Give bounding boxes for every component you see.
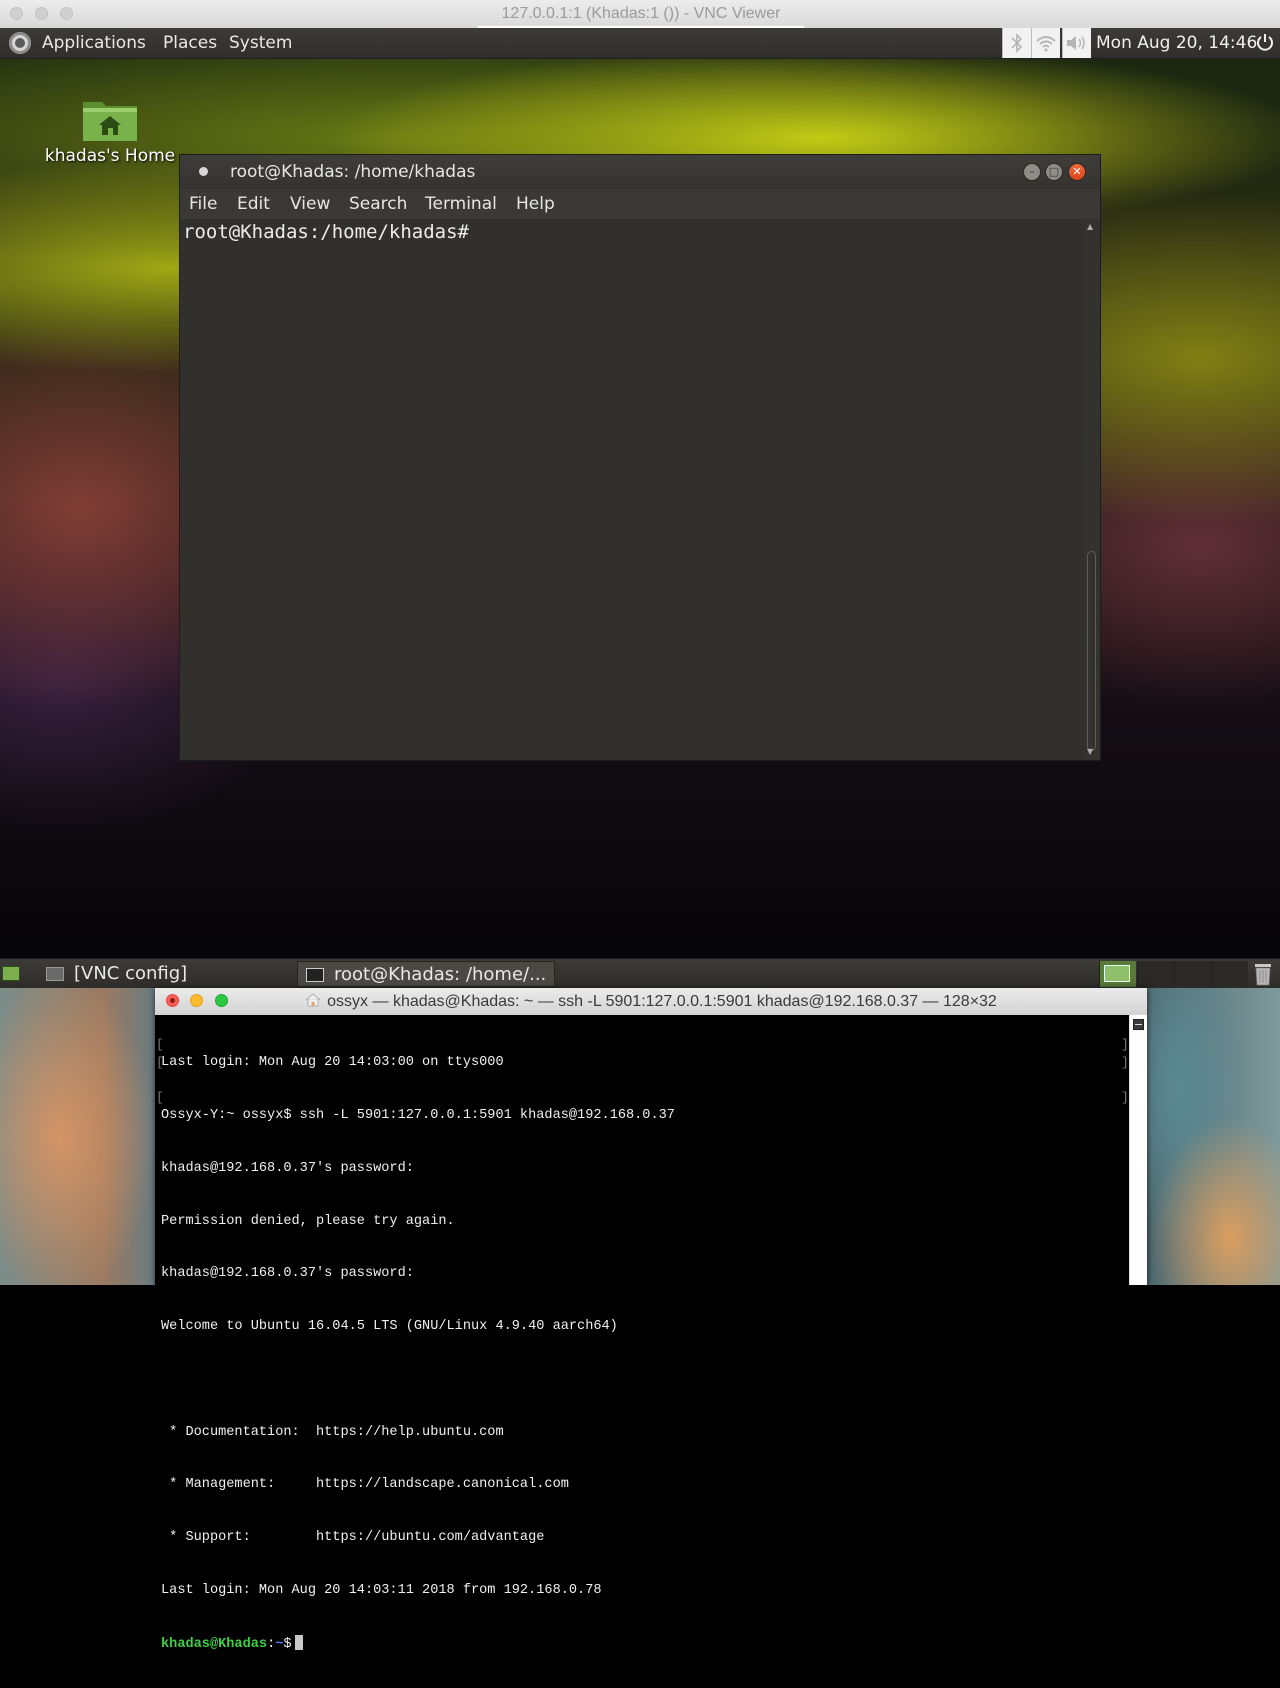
macos-terminal-window: ossyx — khadas@Khadas: ~ — ssh -L 5901:1… <box>155 988 1147 1652</box>
terminal-line: * Management: https://landscape.canonica… <box>161 1477 569 1493</box>
macos-terminal-content[interactable]: [ [ [ ] ] ] Last login: Mon Aug 20 14:03… <box>155 1015 1129 1652</box>
workspace-4[interactable] <box>1211 961 1248 987</box>
trash-icon[interactable] <box>1254 962 1272 986</box>
show-desktop-icon[interactable] <box>2 966 20 981</box>
terminal-line: Permission denied, please try again. <box>161 1213 455 1229</box>
taskbar-item-label: root@Khadas: /home/... <box>334 964 547 985</box>
bottom-panel: [VNC config] root@Khadas: /home/... <box>0 958 1280 989</box>
prompt-user: khadas@Khadas <box>161 1636 268 1652</box>
terminal-line: khadas@192.168.0.37's password: <box>161 1160 414 1176</box>
menu-search[interactable]: Search <box>349 189 407 219</box>
menu-system[interactable]: System <box>229 28 292 58</box>
macos-terminal-title-wrap: ossyx — khadas@Khadas: ~ — ssh -L 5901:1… <box>155 988 1147 1015</box>
mate-logo-icon[interactable] <box>9 32 31 54</box>
workspace-2[interactable] <box>1137 961 1174 987</box>
terminal-icon <box>306 968 324 982</box>
menu-terminal[interactable]: Terminal <box>425 189 497 219</box>
line-mark: ] <box>1121 1037 1129 1052</box>
menu-applications[interactable]: Applications <box>42 28 146 58</box>
line-mark: ] <box>1121 1090 1129 1105</box>
macos-terminal-title: ossyx — khadas@Khadas: ~ — ssh -L 5901:1… <box>327 993 997 1010</box>
maximize-button[interactable]: □ <box>1045 163 1063 181</box>
terminal-line: * Support: https://ubuntu.com/advantage <box>161 1530 545 1546</box>
panel-clock[interactable]: Mon Aug 20, 14:46 <box>1096 28 1257 58</box>
scrollbar-thumb[interactable] <box>1087 551 1096 751</box>
terminal-line: Welcome to Ubuntu 16.04.5 LTS (GNU/Linux… <box>161 1319 618 1335</box>
workspace-1[interactable] <box>1099 961 1136 987</box>
wifi-icon[interactable] <box>1031 28 1060 58</box>
text-cursor <box>294 1634 303 1650</box>
terminal-line: khadas@192.168.0.37's password: <box>161 1266 414 1282</box>
shell-prompt-line: khadas@Khadas:~$ <box>161 1634 675 1653</box>
menu-file[interactable]: File <box>189 189 217 219</box>
macos-terminal-titlebar[interactable]: ossyx — khadas@Khadas: ~ — ssh -L 5901:1… <box>155 988 1147 1016</box>
taskbar-item-label: [VNC config] <box>74 963 188 984</box>
terminal-line: Last login: Mon Aug 20 14:03:00 on ttys0… <box>161 1055 504 1071</box>
desktop-icon-label: khadas's Home <box>44 146 176 166</box>
power-icon[interactable] <box>1256 33 1274 51</box>
minimize-button[interactable]: – <box>1023 163 1041 181</box>
terminal-line: * Documentation: https://help.ubuntu.com <box>161 1424 504 1440</box>
prompt-path: ~ <box>275 1636 284 1652</box>
macos-terminal-scrollbar[interactable] <box>1129 1015 1147 1285</box>
scroll-down-arrow-icon[interactable]: ▼ <box>1087 747 1093 756</box>
mate-terminal-menubar: File Edit View Search Terminal Help <box>180 189 1100 219</box>
vnc-window-titlebar[interactable]: 127.0.0.1:1 (Khadas:1 ()) - VNC Viewer <box>0 0 1280 29</box>
vnc-window-title: 127.0.0.1:1 (Khadas:1 ()) - VNC Viewer <box>478 0 804 28</box>
home-icon <box>305 993 321 1007</box>
prompt-symbol: $ <box>283 1636 292 1652</box>
workspace-3[interactable] <box>1174 961 1211 987</box>
mate-terminal-title: root@Khadas: /home/khadas <box>230 162 476 182</box>
taskbar-item-terminal[interactable]: root@Khadas: /home/... <box>297 961 555 987</box>
taskbar-item-vnc-config[interactable]: [VNC config] <box>38 961 293 987</box>
vnc-close-button[interactable] <box>10 7 23 20</box>
menu-view[interactable]: View <box>290 189 330 219</box>
line-mark: ] <box>1121 1055 1129 1070</box>
vnc-zoom-button[interactable] <box>60 7 73 20</box>
terminal-output: Last login: Mon Aug 20 14:03:00 on ttys0… <box>161 1019 675 1688</box>
split-pane-icon[interactable] <box>1133 1019 1144 1030</box>
terminal-line: Ossyx-Y:~ ossyx$ ssh -L 5901:127.0.0.1:5… <box>161 1107 675 1123</box>
scroll-up-arrow-icon[interactable]: ▲ <box>1087 222 1093 231</box>
mate-terminal-scrollbar[interactable]: ▲ ▼ <box>1084 219 1100 760</box>
menu-edit[interactable]: Edit <box>237 189 270 219</box>
menu-help[interactable]: Help <box>516 189 555 219</box>
mate-terminal-titlebar[interactable]: root@Khadas: /home/khadas – □ ✕ <box>180 155 1100 189</box>
window-icon <box>46 967 64 981</box>
bluetooth-icon[interactable] <box>1002 28 1031 58</box>
volume-icon[interactable] <box>1062 28 1091 58</box>
shell-prompt: root@Khadas:/home/khadas# <box>183 221 469 243</box>
window-menu-icon[interactable] <box>199 167 208 176</box>
vnc-minimize-button[interactable] <box>35 7 48 20</box>
mate-terminal-window: root@Khadas: /home/khadas – □ ✕ File Edi… <box>179 154 1101 761</box>
prompt-separator: : <box>267 1636 276 1652</box>
home-folder-icon <box>83 102 137 141</box>
menu-places[interactable]: Places <box>163 28 217 58</box>
terminal-line: Last login: Mon Aug 20 14:03:11 2018 fro… <box>161 1583 602 1598</box>
close-button[interactable]: ✕ <box>1068 163 1086 181</box>
top-panel: Applications Places System Mon Aug 20, 1… <box>0 28 1280 59</box>
mate-terminal-content[interactable]: root@Khadas:/home/khadas# <box>180 219 1084 760</box>
